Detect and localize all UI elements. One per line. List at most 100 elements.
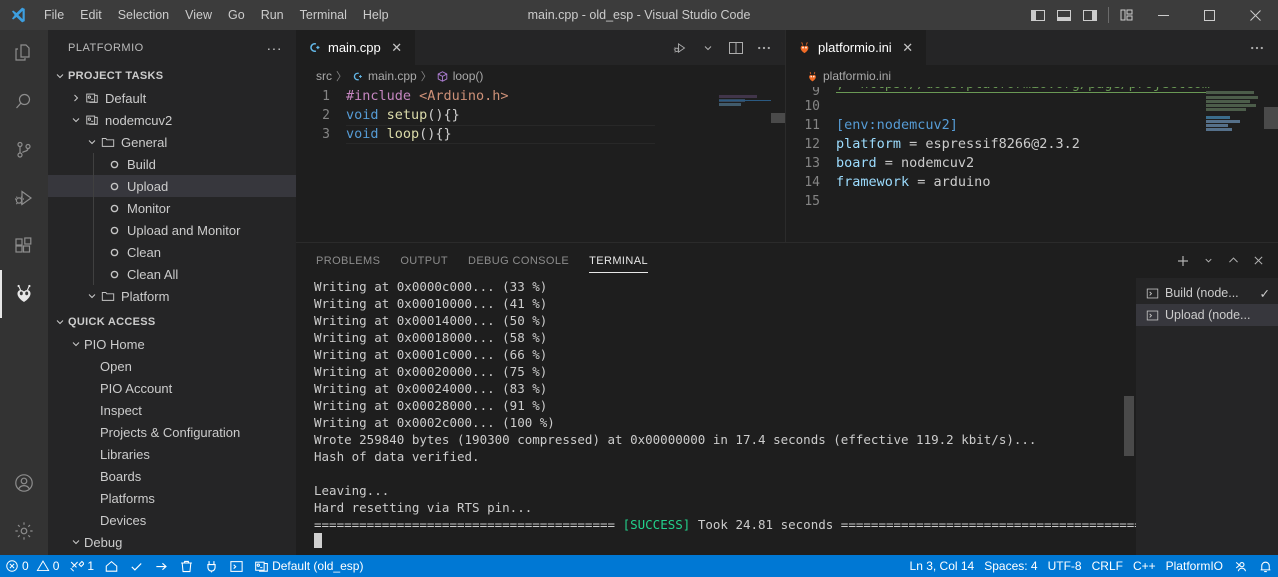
terminal-tab-upload[interactable]: Upload (node... — [1136, 304, 1278, 326]
status-pio-home[interactable] — [99, 555, 124, 577]
status-eol[interactable]: CRLF — [1087, 555, 1128, 577]
menu-help[interactable]: Help — [355, 4, 397, 26]
menu-terminal[interactable]: Terminal — [292, 4, 355, 26]
minimap-right[interactable] — [1202, 87, 1264, 242]
breadcrumb-main-cpp[interactable]: main.cpp — [351, 69, 417, 83]
menu-file[interactable]: File — [36, 4, 72, 26]
status-pio-clean[interactable] — [174, 555, 199, 577]
section-project-tasks[interactable]: PROJECT TASKS — [48, 65, 296, 87]
activity-accounts[interactable] — [0, 459, 48, 507]
tree-item-pio-home[interactable]: PIO Home — [48, 333, 296, 355]
activity-platformio[interactable] — [0, 270, 48, 318]
status-pio-env[interactable]: Default (old_esp) — [249, 555, 368, 577]
breadcrumb-src[interactable]: src — [316, 69, 332, 83]
window-minimize-button[interactable] — [1140, 0, 1186, 30]
section-quick-access[interactable]: QUICK ACCESS — [48, 311, 296, 333]
sidebar-platformio: PLATFORMIO ··· PROJECT TASKS Default nod… — [48, 30, 296, 555]
editor-scrollbar-left[interactable] — [771, 87, 785, 242]
activity-extensions[interactable] — [0, 222, 48, 270]
status-live-share[interactable] — [1228, 555, 1253, 577]
menu-bar[interactable]: File Edit Selection View Go Run Terminal… — [36, 0, 397, 30]
tree-item-default[interactable]: Default — [48, 87, 296, 109]
menu-selection[interactable]: Selection — [110, 4, 177, 26]
run-cpp-icon[interactable] — [667, 35, 693, 61]
terminal-scrollbar[interactable] — [1124, 396, 1134, 456]
activity-search[interactable] — [0, 78, 48, 126]
terminal-dropdown-icon[interactable] — [1196, 249, 1220, 273]
split-editor-icon[interactable] — [723, 35, 749, 61]
success-tag: [SUCCESS] — [622, 517, 691, 532]
tree-item-pio-account[interactable]: PIO Account — [48, 377, 296, 399]
tree-item-libraries[interactable]: Libraries — [48, 443, 296, 465]
status-encoding[interactable]: UTF-8 — [1043, 555, 1087, 577]
tree-item-general[interactable]: General — [48, 131, 296, 153]
status-problems-count: 0 — [22, 559, 29, 573]
status-pio-serial[interactable] — [199, 555, 224, 577]
tree-item-platform[interactable]: Platform — [48, 285, 296, 307]
menu-go[interactable]: Go — [220, 4, 253, 26]
tree-item-upload[interactable]: Upload — [48, 175, 296, 197]
window-maximize-button[interactable] — [1186, 0, 1232, 30]
status-editor-position[interactable]: Ln 3, Col 14 — [905, 555, 980, 577]
tree-item-upload-and-monitor[interactable]: Upload and Monitor — [48, 219, 296, 241]
breadcrumb-platformio-ini[interactable]: platformio.ini — [806, 69, 891, 83]
menu-edit[interactable]: Edit — [72, 4, 110, 26]
tree-item-projects-configuration[interactable]: Projects & Configuration — [48, 421, 296, 443]
activity-source-control[interactable] — [0, 126, 48, 174]
tree-item-clean-all[interactable]: Clean All — [48, 263, 296, 285]
tab-terminal[interactable]: TERMINAL — [589, 253, 648, 273]
status-platformio[interactable]: PlatformIO — [1161, 555, 1228, 577]
tab-debug-console[interactable]: DEBUG CONSOLE — [468, 253, 569, 269]
editor-scrollbar-right[interactable] — [1264, 87, 1278, 242]
toggle-primary-sidebar-icon[interactable] — [1025, 0, 1051, 30]
tab-main-cpp[interactable]: main.cpp ✕ — [296, 30, 416, 65]
tree-item-debug[interactable]: Debug — [48, 531, 296, 553]
chevron-down-icon[interactable] — [695, 35, 721, 61]
tree-item-build[interactable]: Build — [48, 153, 296, 175]
terminal-tab-build[interactable]: Build (node... ✓ — [1136, 282, 1278, 304]
activity-run-and-debug[interactable] — [0, 174, 48, 222]
sidebar-more-actions-icon[interactable]: ··· — [261, 41, 289, 55]
terminal-output[interactable]: Writing at 0x0000c000... (33 %) Writing … — [296, 278, 1136, 555]
tree-item-boards[interactable]: Boards — [48, 465, 296, 487]
status-problems[interactable]: 0 0 — [0, 555, 64, 577]
code-editor-platformio-ini[interactable]: 9 ; https://docs.platformio.org/page/pro… — [786, 87, 1278, 242]
more-actions-icon[interactable] — [1244, 35, 1270, 61]
activity-explorer[interactable] — [0, 30, 48, 78]
toggle-secondary-sidebar-icon[interactable] — [1077, 0, 1103, 30]
new-terminal-icon[interactable] — [1171, 249, 1195, 273]
status-pio-build[interactable]: 1 — [64, 555, 99, 577]
toggle-panel-icon[interactable] — [1051, 0, 1077, 30]
menu-view[interactable]: View — [177, 4, 220, 26]
tab-problems[interactable]: PROBLEMS — [316, 253, 380, 269]
status-pio-terminal[interactable] — [224, 555, 249, 577]
tree-item-clean[interactable]: Clean — [48, 241, 296, 263]
tree-item-monitor[interactable]: Monitor — [48, 197, 296, 219]
status-pio-build-check[interactable] — [124, 555, 149, 577]
tab-output[interactable]: OUTPUT — [400, 253, 448, 269]
terminal-line: Wrote 259840 bytes (190300 compressed) a… — [314, 432, 1037, 447]
tab-platformio-ini[interactable]: platformio.ini ✕ — [786, 30, 927, 65]
close-icon[interactable]: ✕ — [900, 40, 916, 56]
status-notifications[interactable] — [1253, 555, 1278, 577]
status-language-mode[interactable]: C++ — [1128, 555, 1161, 577]
more-actions-icon[interactable] — [751, 35, 777, 61]
tree-item-devices[interactable]: Devices — [48, 509, 296, 531]
minimap-left[interactable] — [709, 87, 771, 242]
menu-run[interactable]: Run — [253, 4, 292, 26]
status-pio-upload[interactable] — [149, 555, 174, 577]
breadcrumb-loop[interactable]: loop() — [436, 69, 483, 83]
window-close-button[interactable] — [1232, 0, 1278, 30]
maximize-panel-icon[interactable] — [1221, 249, 1245, 273]
status-indentation[interactable]: Spaces: 4 — [979, 555, 1042, 577]
tree-item-platforms[interactable]: Platforms — [48, 487, 296, 509]
code-editor-main-cpp[interactable]: 1 #include <Arduino.h> 2 void setup(){} … — [296, 87, 785, 242]
tree-item-nodemcuv2[interactable]: nodemcuv2 — [48, 109, 296, 131]
terminal-cursor — [314, 533, 322, 548]
tree-item-inspect[interactable]: Inspect — [48, 399, 296, 421]
close-icon[interactable]: ✕ — [389, 40, 405, 56]
activity-manage-gear[interactable] — [0, 507, 48, 555]
customize-layout-icon[interactable] — [1114, 0, 1140, 30]
close-panel-icon[interactable] — [1246, 249, 1270, 273]
tree-item-open[interactable]: Open — [48, 355, 296, 377]
